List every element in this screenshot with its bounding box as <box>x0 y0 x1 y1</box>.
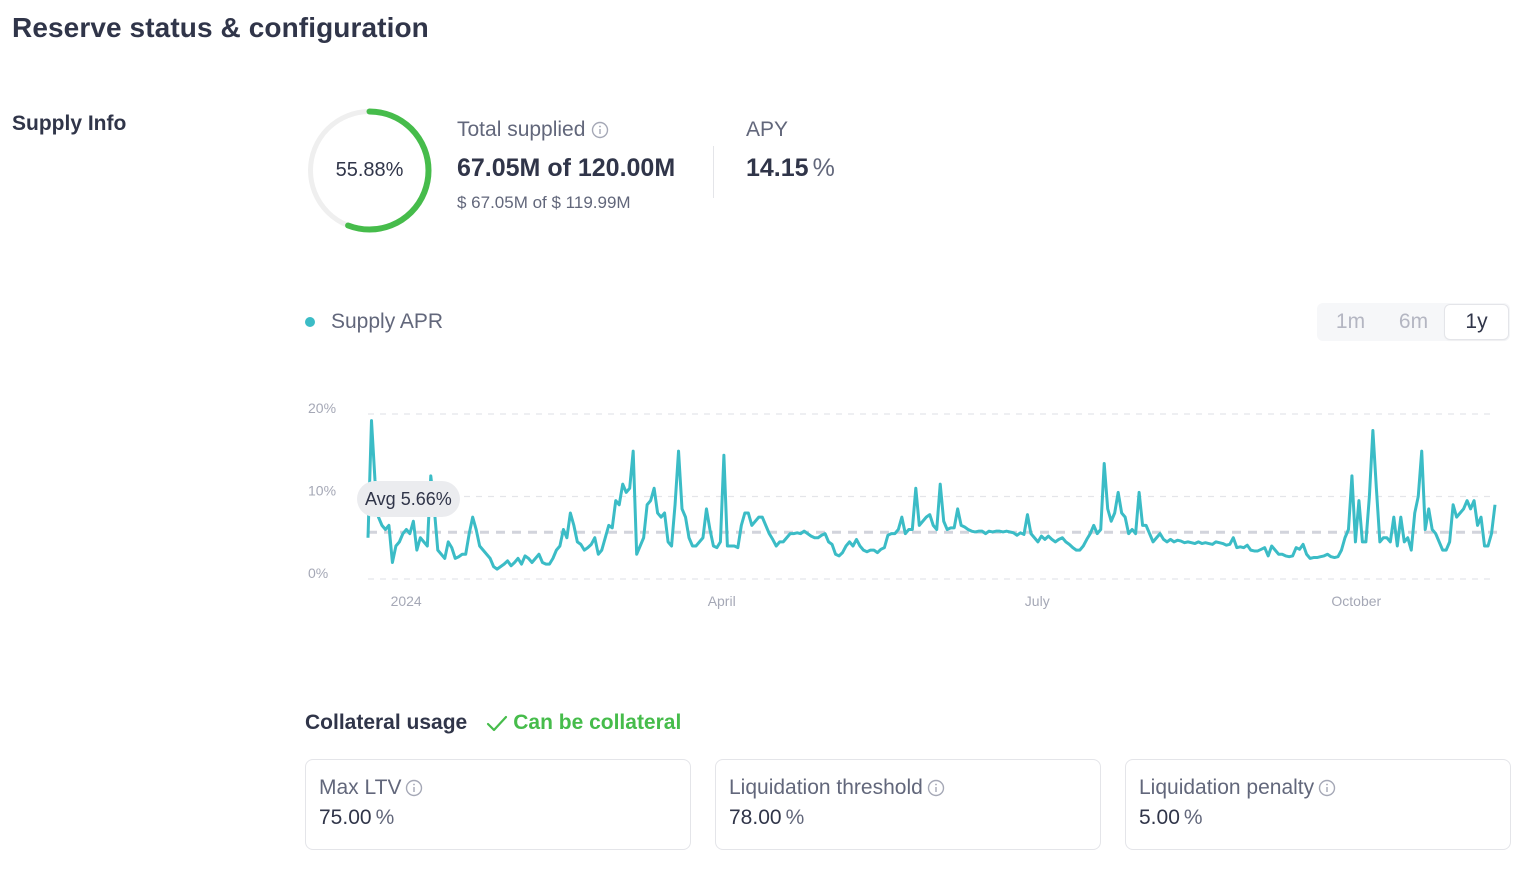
max-ltv-value: 75.00 <box>319 806 372 829</box>
x-tick-label: April <box>708 593 736 609</box>
y-tick-label: 0% <box>308 565 328 581</box>
liquidation-threshold-unit: % <box>785 806 805 829</box>
max-ltv-label: Max LTV <box>319 776 402 799</box>
stat-divider <box>713 146 714 198</box>
page-title: Reserve status & configuration <box>12 12 429 43</box>
legend-dot-icon <box>305 317 315 327</box>
x-tick-label: 2024 <box>391 593 422 609</box>
liquidation-threshold-card: Liquidation threshold 78.00% <box>715 759 1101 850</box>
utilization-percent: 55.88% <box>335 159 404 181</box>
range-6m-button[interactable]: 6m <box>1382 305 1445 339</box>
total-supplied-usd: $ 67.05M of $ 119.99M <box>457 193 631 212</box>
info-icon[interactable] <box>591 121 609 139</box>
collateral-status: Can be collateral <box>485 711 681 735</box>
info-icon[interactable] <box>1318 779 1336 797</box>
max-ltv-card: Max LTV 75.00% <box>305 759 691 850</box>
info-icon[interactable] <box>927 779 945 797</box>
supply-apr-chart: 0% 10% 20% 2024 April July October <box>308 400 1497 609</box>
liquidation-penalty-card: Liquidation penalty 5.00% <box>1125 759 1511 850</box>
apy-value: 14.15 <box>746 154 809 182</box>
collateral-usage-title: Collateral usage <box>305 711 468 734</box>
supply-info-label: Supply Info <box>12 112 127 135</box>
x-tick-label: October <box>1331 593 1381 609</box>
liquidation-threshold-label: Liquidation threshold <box>729 776 923 799</box>
time-range-toggle: 1m 6m 1y <box>1317 303 1510 341</box>
liquidation-penalty-label: Liquidation penalty <box>1139 776 1315 799</box>
total-supplied-value: 67.05M of 120.00M <box>457 154 676 182</box>
liquidation-penalty-value: 5.00 <box>1139 806 1180 829</box>
range-1m-button[interactable]: 1m <box>1319 305 1382 339</box>
info-icon[interactable] <box>405 779 423 797</box>
y-tick-label: 10% <box>308 483 336 499</box>
legend-label: Supply APR <box>331 310 444 333</box>
apy-unit: % <box>812 154 835 182</box>
collateral-status-label: Can be collateral <box>513 711 682 734</box>
average-badge: Avg 5.66% <box>357 481 460 517</box>
chart-legend: Supply APR <box>305 310 443 334</box>
check-icon <box>487 715 508 732</box>
apy-title: APY <box>746 118 789 141</box>
supply-apr-line <box>366 419 1497 571</box>
total-supplied-stat: Total supplied 67.05M of 120.00M $ 67.05… <box>457 118 675 213</box>
x-tick-label: July <box>1025 593 1050 609</box>
collateral-usage-header: Collateral usage Can be collateral <box>305 711 681 735</box>
liquidation-threshold-value: 78.00 <box>729 806 782 829</box>
total-supplied-title: Total supplied <box>457 118 586 141</box>
y-tick-label: 20% <box>308 400 336 416</box>
utilization-ring: 55.88% <box>306 107 433 234</box>
apy-stat: APY 14.15% <box>746 118 835 183</box>
liquidation-penalty-unit: % <box>1183 806 1203 829</box>
max-ltv-unit: % <box>375 806 395 829</box>
range-1y-button[interactable]: 1y <box>1445 305 1508 339</box>
